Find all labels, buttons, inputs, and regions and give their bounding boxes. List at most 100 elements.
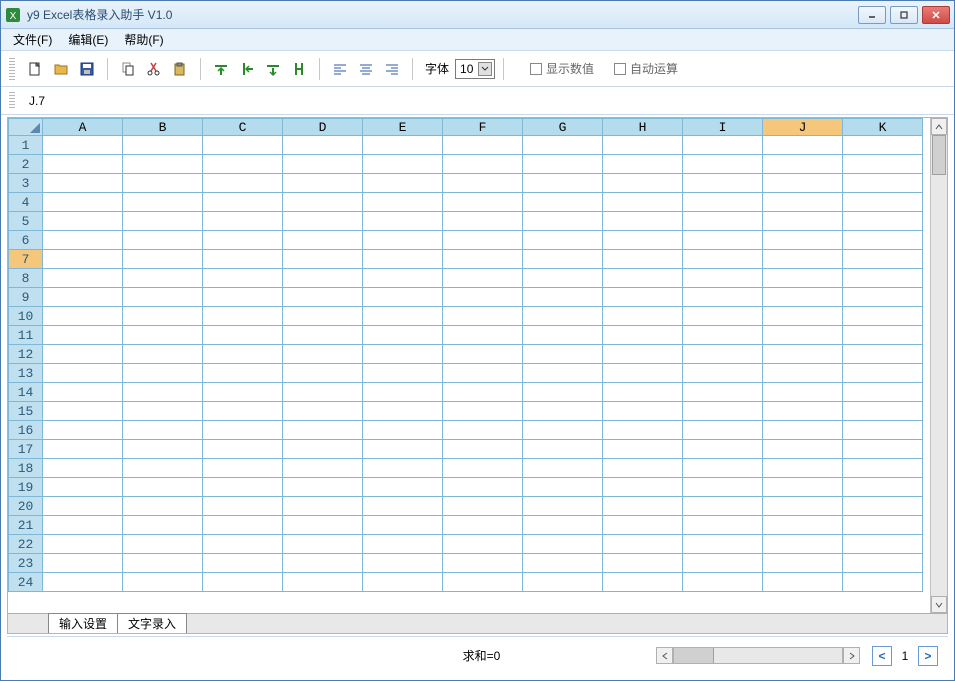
cell-A4[interactable] (43, 193, 123, 212)
cell-H20[interactable] (603, 497, 683, 516)
cell-E6[interactable] (363, 231, 443, 250)
cell-F11[interactable] (443, 326, 523, 345)
grid-scroll[interactable]: ABCDEFGHIJK12345678910111213141516171819… (8, 118, 930, 613)
cell-D8[interactable] (283, 269, 363, 288)
row-header-13[interactable]: 13 (9, 364, 43, 383)
cell-D20[interactable] (283, 497, 363, 516)
cell-E10[interactable] (363, 307, 443, 326)
cell-C13[interactable] (203, 364, 283, 383)
cell-K13[interactable] (843, 364, 923, 383)
column-header-F[interactable]: F (443, 119, 523, 136)
cell-B21[interactable] (123, 516, 203, 535)
row-header-23[interactable]: 23 (9, 554, 43, 573)
cell-F21[interactable] (443, 516, 523, 535)
cell-C16[interactable] (203, 421, 283, 440)
cell-J3[interactable] (763, 174, 843, 193)
insert-col-button[interactable] (235, 57, 259, 81)
cell-J4[interactable] (763, 193, 843, 212)
cell-G20[interactable] (523, 497, 603, 516)
cell-A14[interactable] (43, 383, 123, 402)
cell-F8[interactable] (443, 269, 523, 288)
cell-F1[interactable] (443, 136, 523, 155)
row-header-6[interactable]: 6 (9, 231, 43, 250)
cell-I13[interactable] (683, 364, 763, 383)
row-header-1[interactable]: 1 (9, 136, 43, 155)
cell-B24[interactable] (123, 573, 203, 592)
cell-E11[interactable] (363, 326, 443, 345)
cell-F7[interactable] (443, 250, 523, 269)
page-prev-button[interactable]: < (872, 646, 892, 666)
cell-H17[interactable] (603, 440, 683, 459)
cell-E21[interactable] (363, 516, 443, 535)
cell-J12[interactable] (763, 345, 843, 364)
cell-I8[interactable] (683, 269, 763, 288)
cell-K4[interactable] (843, 193, 923, 212)
row-header-24[interactable]: 24 (9, 573, 43, 592)
cell-C20[interactable] (203, 497, 283, 516)
cell-E1[interactable] (363, 136, 443, 155)
cell-B8[interactable] (123, 269, 203, 288)
cell-G2[interactable] (523, 155, 603, 174)
cell-K9[interactable] (843, 288, 923, 307)
cell-B13[interactable] (123, 364, 203, 383)
cell-A10[interactable] (43, 307, 123, 326)
cell-I17[interactable] (683, 440, 763, 459)
cell-D21[interactable] (283, 516, 363, 535)
cell-A6[interactable] (43, 231, 123, 250)
align-left-button[interactable] (328, 57, 352, 81)
cell-D10[interactable] (283, 307, 363, 326)
cell-J11[interactable] (763, 326, 843, 345)
cell-F23[interactable] (443, 554, 523, 573)
cell-J6[interactable] (763, 231, 843, 250)
row-header-18[interactable]: 18 (9, 459, 43, 478)
cell-E5[interactable] (363, 212, 443, 231)
cell-C15[interactable] (203, 402, 283, 421)
cell-C11[interactable] (203, 326, 283, 345)
cell-J9[interactable] (763, 288, 843, 307)
cell-D7[interactable] (283, 250, 363, 269)
cell-D9[interactable] (283, 288, 363, 307)
cell-F2[interactable] (443, 155, 523, 174)
cell-J15[interactable] (763, 402, 843, 421)
row-header-19[interactable]: 19 (9, 478, 43, 497)
cell-D13[interactable] (283, 364, 363, 383)
cell-H15[interactable] (603, 402, 683, 421)
cell-E19[interactable] (363, 478, 443, 497)
cell-A11[interactable] (43, 326, 123, 345)
cell-I5[interactable] (683, 212, 763, 231)
row-header-9[interactable]: 9 (9, 288, 43, 307)
row-header-14[interactable]: 14 (9, 383, 43, 402)
open-file-button[interactable] (49, 57, 73, 81)
cell-H9[interactable] (603, 288, 683, 307)
cell-J22[interactable] (763, 535, 843, 554)
row-header-8[interactable]: 8 (9, 269, 43, 288)
cell-B17[interactable] (123, 440, 203, 459)
cell-D15[interactable] (283, 402, 363, 421)
cell-C10[interactable] (203, 307, 283, 326)
cell-A13[interactable] (43, 364, 123, 383)
cell-C22[interactable] (203, 535, 283, 554)
cell-K6[interactable] (843, 231, 923, 250)
cell-I9[interactable] (683, 288, 763, 307)
cell-J13[interactable] (763, 364, 843, 383)
cell-G23[interactable] (523, 554, 603, 573)
cell-A17[interactable] (43, 440, 123, 459)
cell-B6[interactable] (123, 231, 203, 250)
cell-H19[interactable] (603, 478, 683, 497)
cell-A15[interactable] (43, 402, 123, 421)
cell-K15[interactable] (843, 402, 923, 421)
scroll-down-button[interactable] (931, 596, 947, 613)
cell-H24[interactable] (603, 573, 683, 592)
row-header-4[interactable]: 4 (9, 193, 43, 212)
cell-J2[interactable] (763, 155, 843, 174)
cell-C7[interactable] (203, 250, 283, 269)
cell-B7[interactable] (123, 250, 203, 269)
cell-C9[interactable] (203, 288, 283, 307)
cell-J20[interactable] (763, 497, 843, 516)
cell-I18[interactable] (683, 459, 763, 478)
cell-I19[interactable] (683, 478, 763, 497)
cell-E7[interactable] (363, 250, 443, 269)
cell-B20[interactable] (123, 497, 203, 516)
cell-D11[interactable] (283, 326, 363, 345)
cell-D6[interactable] (283, 231, 363, 250)
